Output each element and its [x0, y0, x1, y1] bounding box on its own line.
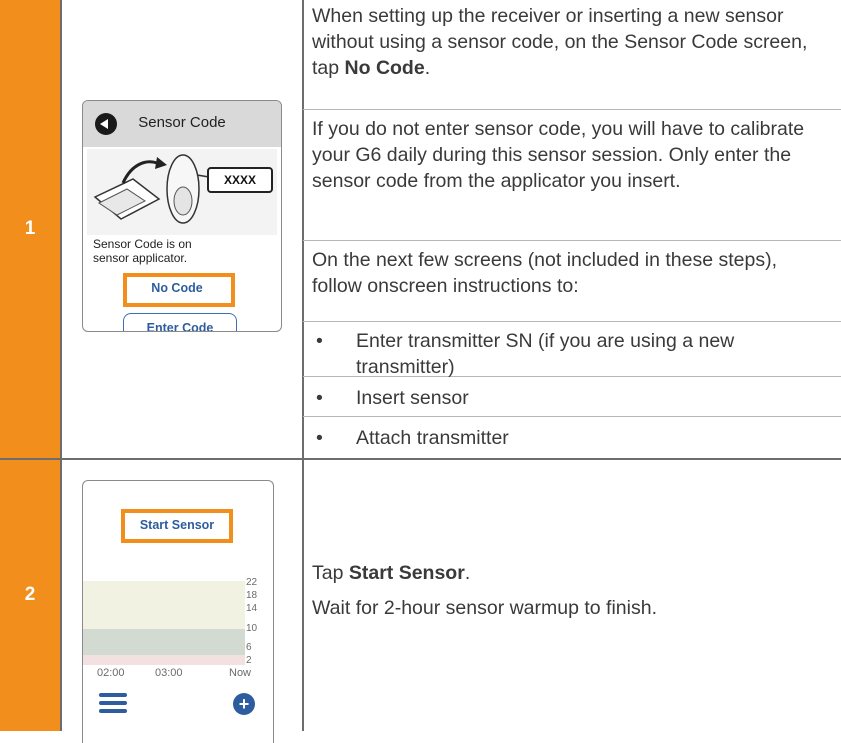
start-sensor-emphasis: Start Sensor — [348, 562, 465, 584]
y-tick: 6 — [246, 642, 252, 653]
y-tick: 2 — [246, 655, 252, 666]
y-tick: 22 — [246, 577, 258, 588]
sensor-applicator-illustration: XXXX — [87, 149, 277, 235]
bullet-icon: • — [316, 330, 323, 352]
chart-low-band — [83, 655, 245, 665]
caption-line-1: Sensor Code is on — [93, 237, 192, 251]
step-number: 1 — [24, 218, 36, 239]
step-number: 2 — [24, 584, 36, 605]
start-sensor-screen: Start Sensor 22 18 14 10 6 2 02:00 03:00… — [82, 480, 274, 743]
bullet-icon: • — [316, 427, 323, 449]
bullet-icon: • — [316, 387, 323, 409]
plus-icon[interactable]: + — [233, 693, 255, 715]
y-tick: 18 — [246, 590, 258, 601]
column-divider — [60, 0, 62, 731]
no-code-emphasis: No Code — [344, 57, 425, 79]
step-1-paragraph-2: If you do not enter sensor code, you wil… — [312, 118, 805, 192]
no-code-button[interactable]: No Code — [131, 279, 223, 297]
step-2-paragraph-1: Tap Start Sensor. — [312, 562, 471, 584]
chart-target-band — [83, 629, 245, 655]
step-number-cell-1: 1 — [0, 0, 60, 458]
row-divider — [0, 458, 841, 460]
paragraph-divider — [303, 240, 841, 241]
start-sensor-button[interactable]: Start Sensor — [127, 515, 227, 535]
instructions-table: 1 2 When setting up the receiver or inse… — [0, 0, 841, 743]
x-tick: Now — [229, 667, 252, 679]
menu-icon[interactable] — [99, 693, 127, 715]
sensor-code-screen: Sensor Code XXXX Sensor Code is on senso… — [82, 100, 282, 332]
paragraph-divider — [303, 416, 841, 417]
caption-line-2: sensor applicator. — [93, 251, 188, 265]
screen-title: Sensor Code — [138, 114, 226, 131]
paragraph-divider — [303, 109, 841, 110]
paragraph-divider — [303, 321, 841, 322]
x-tick: 03:00 — [155, 667, 183, 679]
screen-header: Sensor Code — [83, 101, 281, 147]
sensor-code-label: XXXX — [207, 167, 273, 193]
y-tick: 10 — [246, 623, 258, 634]
enter-code-button[interactable]: Enter Code — [123, 313, 237, 331]
x-tick: 02:00 — [97, 667, 125, 679]
y-tick: 14 — [246, 603, 258, 614]
step-1-paragraph-1: When setting up the receiver or insertin… — [312, 5, 808, 79]
chart-high-band — [83, 581, 245, 629]
step-2-paragraph-2: Wait for 2-hour sensor warmup to finish. — [312, 597, 657, 619]
step-1-paragraph-3: On the next few screens (not included in… — [312, 249, 778, 297]
step-number-cell-2: 2 — [0, 459, 60, 731]
